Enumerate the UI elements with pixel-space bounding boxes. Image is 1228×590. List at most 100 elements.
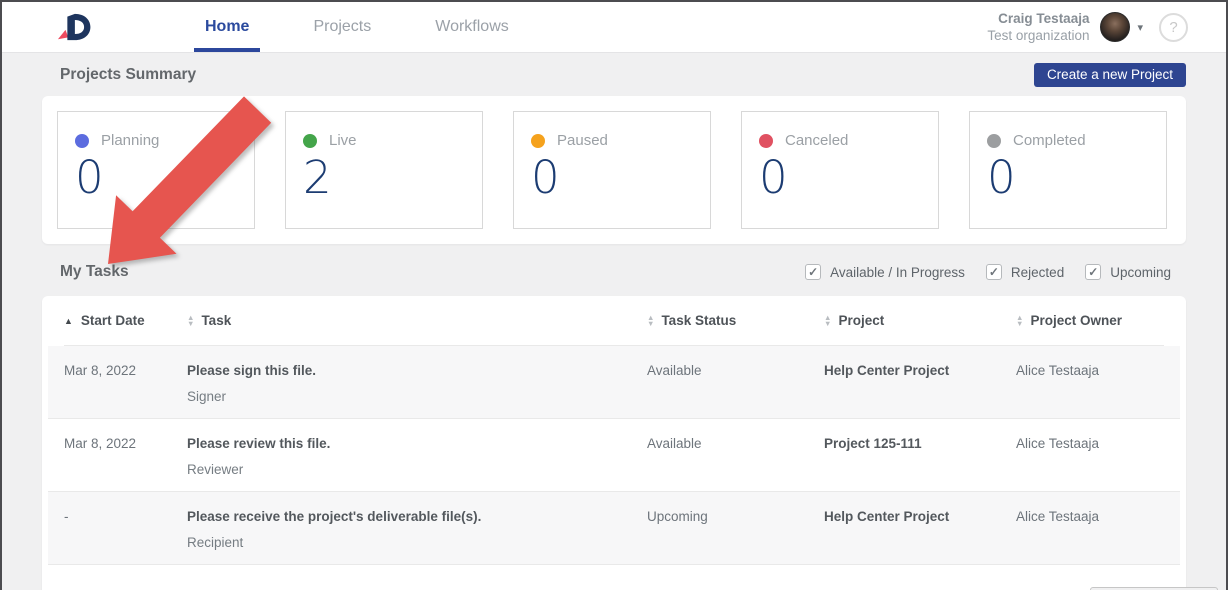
task-title: Please receive the project's deliverable… bbox=[187, 509, 647, 524]
cell-start-date: - bbox=[64, 509, 187, 550]
status-card-count: 0 bbox=[987, 153, 1149, 203]
status-card-count: 2 bbox=[303, 153, 465, 203]
cell-task-status: Available bbox=[647, 436, 824, 477]
sort-down-icon: ▼ bbox=[824, 321, 831, 327]
tab-workflows-label: Workflows bbox=[435, 18, 509, 36]
check-icon: ✓ bbox=[989, 265, 999, 279]
user-avatar[interactable] bbox=[1100, 12, 1130, 42]
filter-available-in-progress[interactable]: ✓ Available / In Progress bbox=[805, 264, 965, 280]
column-label: Project bbox=[838, 313, 884, 328]
cell-start-date: Mar 8, 2022 bbox=[64, 436, 187, 477]
column-header-project-owner[interactable]: ▲▼ Project Owner bbox=[1016, 313, 1164, 328]
column-label: Project Owner bbox=[1030, 313, 1122, 328]
filter-label: Rejected bbox=[1011, 265, 1064, 280]
status-card-label: Canceled bbox=[785, 132, 848, 149]
my-tasks-title: My Tasks bbox=[60, 263, 129, 281]
filter-rejected[interactable]: ✓ Rejected bbox=[986, 264, 1064, 280]
cell-project: Help Center Project bbox=[824, 509, 1016, 550]
table-row[interactable]: - Please receive the project's deliverab… bbox=[48, 492, 1180, 565]
paused-status-dot-icon bbox=[531, 134, 545, 148]
task-role: Signer bbox=[187, 389, 647, 404]
table-header-row: ▲ Start Date ▲▼ Task ▲▼ Task Status ▲▼ P… bbox=[64, 296, 1164, 346]
tab-workflows[interactable]: Workflows bbox=[424, 2, 520, 52]
cell-task-status: Available bbox=[647, 363, 824, 404]
create-project-button[interactable]: Create a new Project bbox=[1034, 63, 1186, 87]
app-window: Home Projects Workflows Craig Testaaja T… bbox=[0, 0, 1228, 590]
cell-project: Project 125-111 bbox=[824, 436, 1016, 477]
planning-status-dot-icon bbox=[75, 134, 89, 148]
task-filters: ✓ Available / In Progress ✓ Rejected ✓ U… bbox=[805, 264, 1171, 280]
task-role: Recipient bbox=[187, 535, 647, 550]
status-card-label: Paused bbox=[557, 132, 608, 149]
filter-label: Available / In Progress bbox=[830, 265, 965, 280]
column-label: Start Date bbox=[81, 313, 145, 328]
user-info: Craig Testaaja Test organization bbox=[987, 10, 1089, 44]
task-title: Please sign this file. bbox=[187, 363, 647, 378]
help-button[interactable]: ? bbox=[1159, 13, 1188, 42]
tab-projects-label: Projects bbox=[313, 18, 371, 36]
sort-icon: ▲▼ bbox=[1016, 315, 1023, 326]
checkbox-available-checked[interactable]: ✓ bbox=[805, 264, 821, 280]
cell-task: Please sign this file. Signer bbox=[187, 363, 647, 404]
top-navigation-bar: Home Projects Workflows Craig Testaaja T… bbox=[2, 2, 1226, 53]
user-organization: Test organization bbox=[987, 27, 1089, 44]
status-card-label: Completed bbox=[1013, 132, 1086, 149]
checkbox-rejected-checked[interactable]: ✓ bbox=[986, 264, 1002, 280]
column-header-task[interactable]: ▲▼ Task bbox=[187, 313, 647, 328]
main-content: Projects Summary Create a new Project Pl… bbox=[2, 53, 1226, 590]
checkbox-upcoming-checked[interactable]: ✓ bbox=[1085, 264, 1101, 280]
sort-ascending-icon: ▲ bbox=[64, 316, 73, 326]
status-card-planning[interactable]: Planning 0 bbox=[57, 111, 255, 229]
filter-upcoming[interactable]: ✓ Upcoming bbox=[1085, 264, 1171, 280]
column-label: Task bbox=[201, 313, 231, 328]
task-role: Reviewer bbox=[187, 462, 647, 477]
table-row[interactable]: Mar 8, 2022 Please review this file. Rev… bbox=[48, 419, 1180, 492]
status-card-live[interactable]: Live 2 bbox=[285, 111, 483, 229]
table-row[interactable]: Mar 8, 2022 Please sign this file. Signe… bbox=[48, 346, 1180, 419]
tab-home-label: Home bbox=[205, 18, 249, 36]
column-header-project[interactable]: ▲▼ Project bbox=[824, 313, 1016, 328]
status-card-label: Planning bbox=[101, 132, 159, 149]
cell-project-owner: Alice Testaaja bbox=[1016, 509, 1164, 550]
status-card-head: Live bbox=[303, 132, 465, 149]
status-card-count: 0 bbox=[75, 153, 237, 203]
status-card-completed[interactable]: Completed 0 bbox=[969, 111, 1167, 229]
status-card-label: Live bbox=[329, 132, 357, 149]
cell-start-date: Mar 8, 2022 bbox=[64, 363, 187, 404]
help-icon: ? bbox=[1169, 19, 1177, 36]
projects-summary-header: Projects Summary Create a new Project bbox=[42, 53, 1186, 96]
projects-summary-title: Projects Summary bbox=[60, 66, 196, 84]
sort-down-icon: ▼ bbox=[187, 321, 194, 327]
cell-task: Please review this file. Reviewer bbox=[187, 436, 647, 477]
check-icon: ✓ bbox=[808, 265, 818, 279]
status-card-count: 0 bbox=[531, 153, 693, 203]
cell-project-owner: Alice Testaaja bbox=[1016, 436, 1164, 477]
cell-task-status: Upcoming bbox=[647, 509, 824, 550]
sort-icon: ▲▼ bbox=[187, 315, 194, 326]
status-card-head: Canceled bbox=[759, 132, 921, 149]
status-card-canceled[interactable]: Canceled 0 bbox=[741, 111, 939, 229]
user-menu[interactable]: Craig Testaaja Test organization ▾ ? bbox=[987, 2, 1188, 52]
chevron-down-icon[interactable]: ▾ bbox=[1137, 21, 1143, 34]
column-label: Task Status bbox=[661, 313, 736, 328]
sort-down-icon: ▼ bbox=[1016, 321, 1023, 327]
main-nav: Home Projects Workflows bbox=[194, 2, 520, 52]
cell-project: Help Center Project bbox=[824, 363, 1016, 404]
task-title: Please review this file. bbox=[187, 436, 647, 451]
logo-icon bbox=[54, 11, 92, 43]
status-card-paused[interactable]: Paused 0 bbox=[513, 111, 711, 229]
status-card-head: Paused bbox=[531, 132, 693, 149]
status-card-count: 0 bbox=[759, 153, 921, 203]
app-logo[interactable] bbox=[54, 2, 92, 52]
live-status-dot-icon bbox=[303, 134, 317, 148]
column-header-task-status[interactable]: ▲▼ Task Status bbox=[647, 313, 824, 328]
tab-home[interactable]: Home bbox=[194, 2, 260, 52]
sort-icon: ▲▼ bbox=[647, 315, 654, 326]
projects-summary-panel: Planning 0 Live 2 Paused 0 bbox=[42, 96, 1186, 244]
status-card-head: Completed bbox=[987, 132, 1149, 149]
user-name: Craig Testaaja bbox=[987, 10, 1089, 27]
column-header-start-date[interactable]: ▲ Start Date bbox=[64, 313, 187, 328]
my-tasks-panel: ▲ Start Date ▲▼ Task ▲▼ Task Status ▲▼ P… bbox=[42, 296, 1186, 590]
tab-projects[interactable]: Projects bbox=[302, 2, 382, 52]
check-icon: ✓ bbox=[1088, 265, 1098, 279]
